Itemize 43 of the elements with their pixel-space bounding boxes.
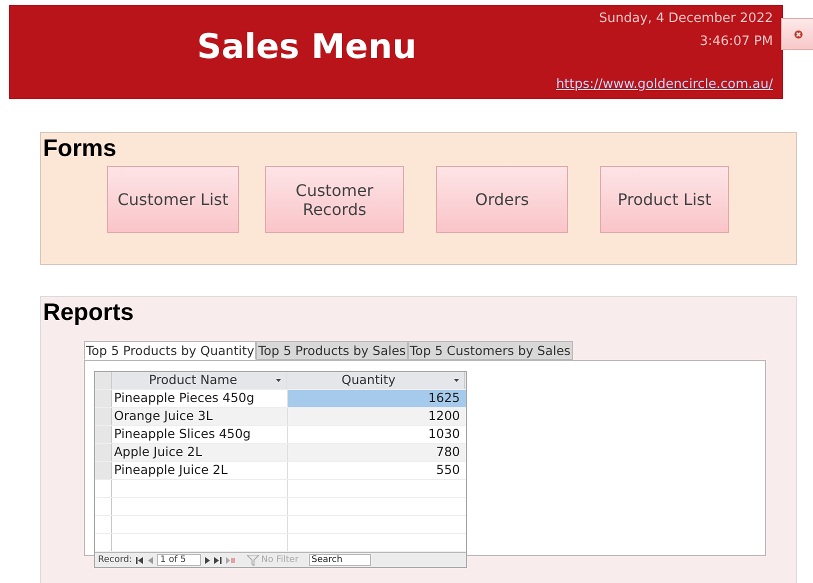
table-cell-text: 780 xyxy=(435,444,461,461)
search-field[interactable]: Search xyxy=(308,554,371,566)
select-all-corner[interactable] xyxy=(95,372,112,389)
table-cell: Orange Juice 3L xyxy=(112,408,288,425)
section-heading: Reports xyxy=(43,299,135,327)
next-record-icon[interactable] xyxy=(205,556,210,564)
table-cell: 1625 xyxy=(288,390,466,407)
first-record-icon[interactable] xyxy=(136,556,144,564)
form-button[interactable]: Customer Records xyxy=(265,166,404,233)
tab[interactable]: Top 5 Products by Quantity xyxy=(84,341,256,360)
row-selector[interactable] xyxy=(95,444,112,461)
form-button[interactable]: Orders xyxy=(436,166,568,233)
record-label: Record: xyxy=(98,555,132,565)
time-text: 3:46:07 PM xyxy=(700,34,773,49)
tab[interactable]: Top 5 Products by Sales xyxy=(256,341,408,360)
dropdown-icon xyxy=(276,379,281,382)
new-record-icon[interactable] xyxy=(226,556,236,564)
filter-icon xyxy=(247,554,260,566)
form-button[interactable]: Customer List xyxy=(107,166,239,233)
previous-record-icon[interactable] xyxy=(148,556,154,564)
column-header[interactable]: Product Name xyxy=(112,372,287,389)
table-cell: Pineapple Juice 2L xyxy=(112,462,288,479)
page-title: Sales Menu xyxy=(197,27,417,69)
table-cell: Pineapple Slices 450g xyxy=(112,426,288,443)
row-selector[interactable] xyxy=(95,426,112,443)
row-selector[interactable] xyxy=(95,390,112,407)
table-cell: Apple Juice 2L xyxy=(112,444,288,461)
row-selector[interactable] xyxy=(95,462,112,479)
dropdown-icon xyxy=(454,379,459,382)
last-record-icon[interactable] xyxy=(214,556,222,564)
close-icon xyxy=(794,30,802,38)
table-cell-text: 550 xyxy=(435,462,461,479)
record-position-field[interactable]: 1 of 5 xyxy=(157,554,202,566)
tab[interactable]: Top 5 Customers by Sales xyxy=(408,341,573,360)
row-selector[interactable] xyxy=(95,408,112,425)
form-button[interactable]: Product List xyxy=(600,166,729,233)
column-header[interactable]: Quantity xyxy=(287,372,465,389)
table-cell-text: 1200 xyxy=(427,408,461,425)
section-heading: Forms xyxy=(43,135,118,163)
close-button[interactable] xyxy=(781,18,813,50)
date-text: Sunday, 4 December 2022 xyxy=(599,11,773,26)
table-cell-text: 1030 xyxy=(427,426,461,443)
website-link[interactable]: https://www.goldencircle.com.au/ xyxy=(556,77,773,92)
